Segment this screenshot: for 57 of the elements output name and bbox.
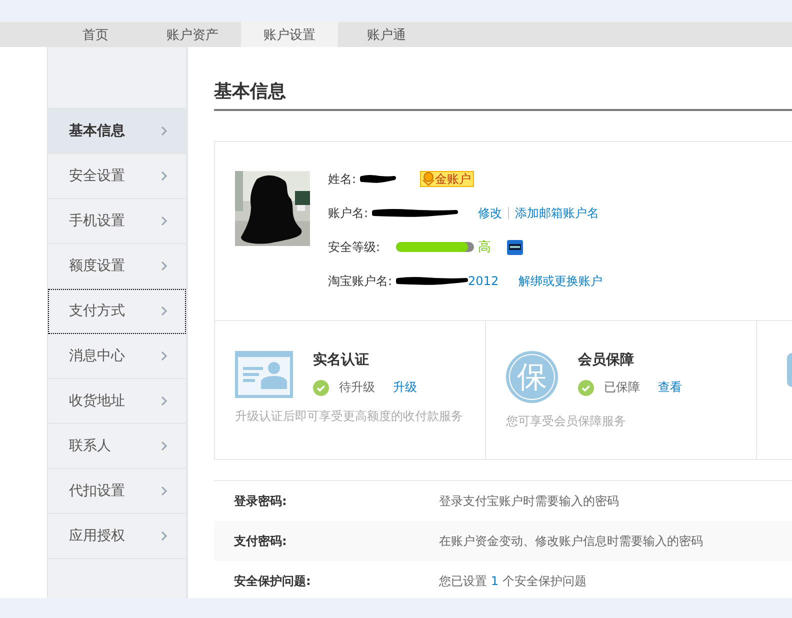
row-description: 在账户资金变动、修改账户信息时需要输入的密码 [439,532,703,550]
page-title: 基本信息 [214,79,792,111]
badge-label: 金账户 [435,170,472,188]
card-title: 会员保障 [578,351,635,369]
field-label: 账户名: [328,204,368,222]
device-icon [507,240,524,254]
chevron-icon [161,306,168,316]
account-name-tail: 2012 [468,274,499,288]
chevron-icon [161,261,168,271]
row-description: 登录支付宝账户时需要输入的密码 [439,492,619,510]
chevron-icon [161,216,168,226]
chevron-icon [161,486,168,496]
nav-tab[interactable]: 账户通 [338,22,435,47]
card-title: 实名认证 [313,351,370,369]
sidebar-item[interactable]: 代扣设置 [48,469,186,514]
field-label: 姓名: [328,170,356,188]
id-card-icon [235,351,293,398]
sidebar-item[interactable]: 收货地址 [48,379,186,424]
sidebar-item[interactable]: 消息中心 [48,334,186,379]
sidebar-item[interactable]: 额度设置 [48,244,186,289]
nav-tab[interactable]: 账户设置 [241,22,338,47]
link-separator [508,207,510,219]
redaction-mark [360,174,396,184]
check-icon [313,380,329,396]
level-reading: 高 [478,239,492,256]
guarantee-badge: 保 [506,351,558,403]
text-link[interactable]: 修改 [478,204,502,222]
check-icon [578,380,594,396]
text-link[interactable]: 查看 [658,379,682,396]
coin-icon [422,172,436,186]
status-text: 待升级 [339,379,375,396]
card-description: 您可享受会员保障服务 [506,413,627,430]
text-link[interactable]: 添加邮箱账户名 [515,204,600,222]
chevron-icon [161,171,168,181]
sidebar-item[interactable]: 手机设置 [48,199,186,244]
row-label: 安全保护问题: [234,572,312,590]
sidebar-item[interactable]: 应用授权 [48,514,186,559]
field-label: 淘宝账户名: [328,272,392,290]
chevron-icon [161,396,168,406]
chevron-icon [161,531,168,541]
nav-tab[interactable]: 首页 [47,22,144,47]
card-description: 升级认证后即可享受更高额度的收付款服务 [235,408,464,425]
chevron-icon [161,351,168,361]
sidebar-item[interactable]: 支付方式 [48,289,186,334]
chevron-icon [161,126,168,136]
row-description: 您已设置 1 个安全保护问题 [439,572,586,590]
chevron-icon [161,441,168,451]
nav-tab[interactable]: 账户资产 [144,22,241,47]
row-label: 登录密码: [234,492,288,510]
sidebar-item[interactable]: 联系人 [48,424,186,469]
text-link[interactable]: 升级 [393,379,417,396]
status-text: 已保障 [604,379,640,396]
sidebar-item[interactable]: 基本信息 [48,109,186,154]
field-label: 安全等级: [328,238,380,256]
text-link[interactable]: 解绑或更换账户 [518,272,603,290]
sidebar-item[interactable]: 安全设置 [48,154,186,199]
row-label: 支付密码: [234,532,288,550]
